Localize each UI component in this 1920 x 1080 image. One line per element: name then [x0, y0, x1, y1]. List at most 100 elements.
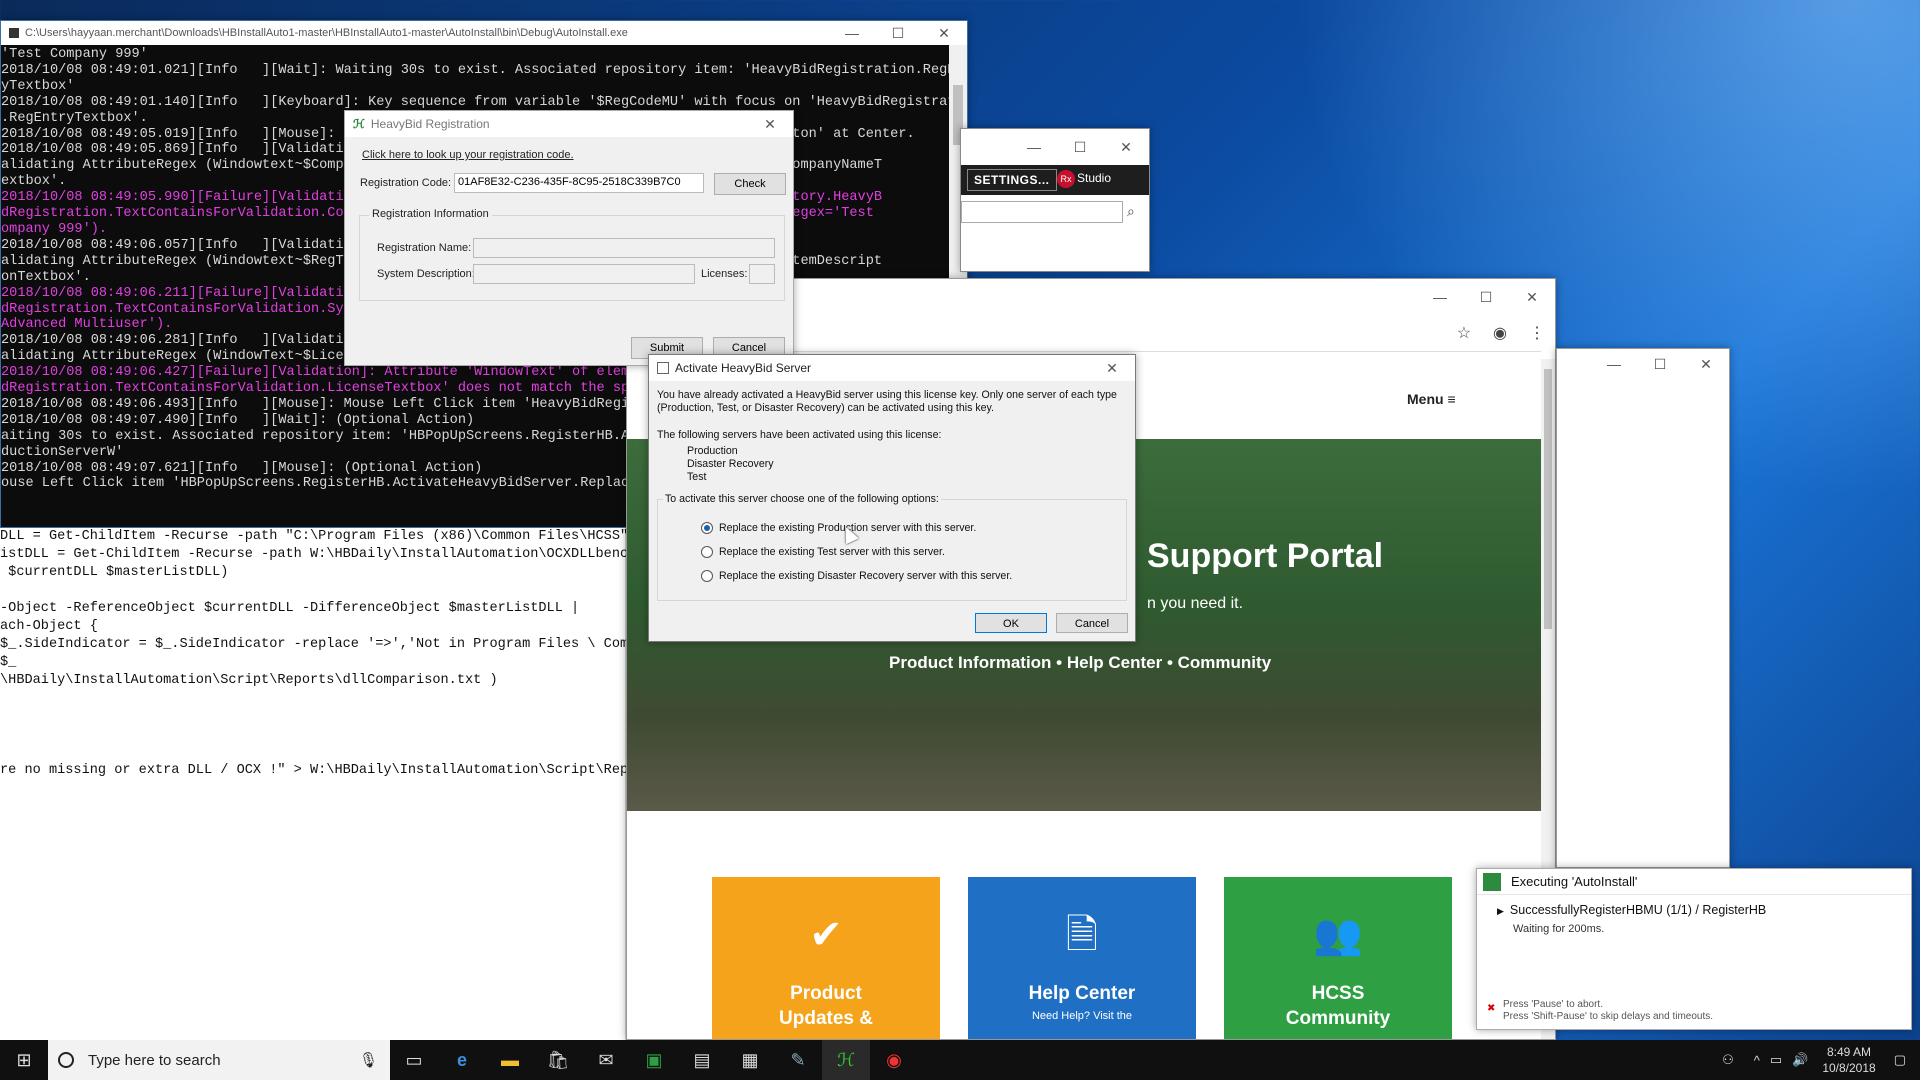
- radio-indicator: [701, 546, 713, 558]
- hint-pause: Press 'Pause' to abort.: [1503, 999, 1603, 1010]
- search-icon[interactable]: ⌕: [1127, 203, 1135, 220]
- volume-icon[interactable]: 🔊: [1792, 1052, 1808, 1068]
- minimize-icon[interactable]: —: [829, 21, 875, 45]
- heavybid-taskbar-icon[interactable]: ℋ: [822, 1040, 870, 1080]
- console-line: 2018/10/08 08:49:01.140][Info ][Keyboard…: [1, 94, 949, 110]
- settings-button[interactable]: SETTINGS...: [967, 169, 1057, 191]
- store-icon[interactable]: 🛍: [534, 1040, 582, 1080]
- document-icon: 🗎: [1065, 913, 1099, 957]
- console-line: 2018/10/08 08:49:01.021][Info ][Wait]: W…: [1, 62, 949, 78]
- file-explorer-icon[interactable]: ▬: [486, 1040, 534, 1080]
- edge-icon[interactable]: e: [438, 1040, 486, 1080]
- replace-disaster-recovery-radio[interactable]: Replace the existing Disaster Recovery s…: [701, 570, 1012, 582]
- bookmark-star-icon[interactable]: ☆: [1457, 323, 1471, 343]
- people-icon[interactable]: ⚇: [1722, 1052, 1734, 1068]
- minimize-icon[interactable]: —: [1011, 129, 1057, 165]
- network-icon[interactable]: ▭: [1770, 1052, 1782, 1068]
- maximize-icon[interactable]: ☐: [1057, 129, 1103, 165]
- account-icon[interactable]: ◉: [1493, 323, 1507, 343]
- activate-titlebar[interactable]: Activate HeavyBid Server ✕: [649, 355, 1135, 381]
- maximize-icon[interactable]: ☐: [1637, 349, 1683, 379]
- hero-subtitle: n you need it.: [1147, 595, 1244, 612]
- chrome-icon[interactable]: ◉: [870, 1040, 918, 1080]
- tile-help-center[interactable]: 🗎 Help Center Need Help? Visit the: [968, 877, 1196, 1039]
- close-icon[interactable]: ✕: [921, 21, 967, 45]
- app-icon-feather[interactable]: ✎: [774, 1040, 822, 1080]
- tile-label: Product Updates &: [779, 983, 873, 1029]
- replace-production-radio[interactable]: Replace the existing Production server w…: [701, 522, 976, 534]
- studio-button[interactable]: Studio: [1077, 171, 1111, 185]
- progress-header: Executing 'AutoInstall': [1477, 869, 1911, 895]
- clock[interactable]: 8:49 AM 10/8/2018: [1822, 1044, 1875, 1076]
- replace-test-radio[interactable]: Replace the existing Test server with th…: [701, 546, 945, 558]
- taskbar-search[interactable]: Type here to search 🎙: [48, 1040, 390, 1080]
- server-production: Production: [687, 445, 738, 457]
- background-window-titlebar[interactable]: — ☐ ✕: [1557, 349, 1729, 379]
- cancel-button[interactable]: Cancel: [1056, 613, 1128, 633]
- ranorex-titlebar[interactable]: — ☐ ✕: [961, 129, 1149, 165]
- radio-indicator: [701, 570, 713, 582]
- scrollbar-thumb[interactable]: [1544, 369, 1552, 629]
- ok-button[interactable]: OK: [975, 613, 1047, 633]
- options-label: To activate this server choose one of th…: [663, 493, 941, 506]
- code-line: $_: [0, 655, 17, 670]
- lookup-code-link[interactable]: Click here to look up your registration …: [362, 149, 574, 161]
- registration-code-label: Registration Code:: [360, 177, 452, 189]
- code-line: $currentDLL $masterListDLL): [0, 565, 229, 580]
- powershell-editor[interactable]: DLL = Get-ChildItem -Recurse -path "C:\P…: [0, 528, 645, 1040]
- tile-hcss-community[interactable]: 👥 HCSS Community: [1224, 877, 1452, 1039]
- progress-step: ▶ SuccessfullyRegisterHBMU (1/1) / Regist…: [1497, 903, 1766, 917]
- abort-icon: ✖: [1487, 1003, 1496, 1014]
- registration-dialog[interactable]: ℋ HeavyBid Registration ✕ Click here to …: [344, 110, 794, 366]
- clock-time: 8:49 AM: [1826, 1045, 1872, 1059]
- system-description-input[interactable]: [473, 264, 695, 284]
- code-line: -Object -ReferenceObject $currentDLL -Di…: [0, 601, 580, 616]
- code-line: istDLL = Get-ChildItem -Recurse -path W:…: [0, 547, 645, 562]
- tray-chevron-icon[interactable]: ^: [1754, 1053, 1760, 1068]
- task-view-icon[interactable]: ▭: [390, 1040, 438, 1080]
- minimize-icon[interactable]: —: [1591, 349, 1637, 379]
- activated-servers-label: The following servers have been activate…: [657, 429, 942, 441]
- maximize-icon[interactable]: ☐: [875, 21, 921, 45]
- console-titlebar[interactable]: C:\Users\hayyaan.merchant\Downloads\HBIn…: [1, 21, 967, 45]
- tile-product-updates[interactable]: ✔ Product Updates &: [712, 877, 940, 1039]
- start-windows-icon[interactable]: ⊞: [0, 1040, 48, 1080]
- minimize-icon[interactable]: —: [1417, 279, 1463, 315]
- activate-server-dialog[interactable]: Activate HeavyBid Server ✕ You have alre…: [648, 354, 1136, 642]
- registration-titlebar[interactable]: ℋ HeavyBid Registration ✕: [345, 111, 793, 137]
- ranorex-logo-icon: Rx: [1057, 170, 1075, 188]
- close-icon[interactable]: ✕: [1509, 279, 1555, 315]
- background-window[interactable]: — ☐ ✕: [1556, 348, 1730, 868]
- code-line: $_.SideIndicator = $_.SideIndicator -rep…: [0, 637, 637, 652]
- server-test: Test: [687, 471, 707, 483]
- registration-code-input[interactable]: 01AF8E32-C236-435F-8C95-2518C339B7C0: [454, 173, 704, 193]
- close-icon[interactable]: ✕: [1103, 129, 1149, 165]
- close-icon[interactable]: ✕: [747, 111, 793, 137]
- hero-links[interactable]: Product Information • Help Center • Comm…: [889, 653, 1271, 673]
- option-label: Replace the existing Disaster Recovery s…: [719, 570, 1013, 582]
- check-button[interactable]: Check: [714, 173, 786, 195]
- app-icon-window[interactable]: ▦: [726, 1040, 774, 1080]
- close-icon[interactable]: ✕: [1089, 355, 1135, 381]
- more-menu-icon[interactable]: ⋮: [1529, 323, 1545, 343]
- ranorex-search-input[interactable]: [961, 201, 1123, 223]
- mail-icon[interactable]: ✉: [582, 1040, 630, 1080]
- app-icon-green[interactable]: ▣: [630, 1040, 678, 1080]
- ranorex-progress-panel[interactable]: Executing 'AutoInstall' ▶ SuccessfullyReg…: [1476, 868, 1912, 1030]
- ranorex-window[interactable]: — ☐ ✕ SETTINGS... Rx Studio ⌕: [960, 128, 1150, 272]
- microphone-icon[interactable]: 🎙: [359, 1051, 378, 1069]
- close-icon[interactable]: ✕: [1683, 349, 1729, 379]
- licenses-input[interactable]: [749, 264, 775, 284]
- registration-name-input[interactable]: [473, 238, 775, 258]
- heavybid-logo-icon: ℋ: [353, 117, 365, 131]
- activate-title: Activate HeavyBid Server: [675, 361, 812, 375]
- licenses-label: Licenses:: [701, 268, 748, 280]
- app-icon-console[interactable]: ▤: [678, 1040, 726, 1080]
- notification-icon[interactable]: ▢: [1894, 1052, 1906, 1068]
- site-menu-button[interactable]: Menu ≡: [1407, 391, 1456, 407]
- maximize-icon[interactable]: ☐: [1463, 279, 1509, 315]
- expand-arrow-icon[interactable]: ▶: [1497, 906, 1504, 916]
